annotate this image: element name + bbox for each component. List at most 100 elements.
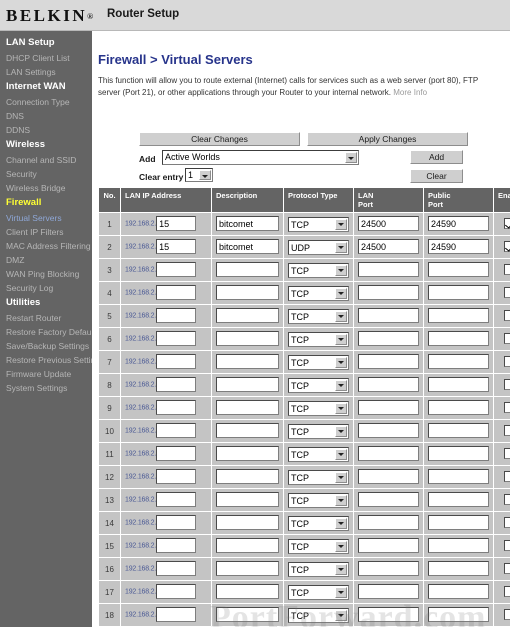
lan-port-input[interactable] [358,469,419,485]
sidebar-item-restore-factory-default[interactable]: Restore Factory Default [0,325,96,339]
public-port-input[interactable] [428,331,489,347]
public-port-input[interactable] [428,308,489,324]
description-input[interactable] [216,262,279,278]
enable-checkbox[interactable] [503,563,510,575]
sidebar-heading-utilities[interactable]: Utilities [0,295,92,311]
lan-ip-input[interactable] [156,561,197,577]
lan-port-input[interactable] [358,423,419,439]
public-port-input[interactable] [428,446,489,462]
enable-checkbox[interactable] [503,310,510,322]
enable-checkbox[interactable] [503,586,510,598]
description-input[interactable] [216,308,279,324]
protocol-select[interactable]: TCP [288,285,349,301]
sidebar-item-save-backup-settings[interactable]: Save/Backup Settings [0,339,92,353]
sidebar-item-ddns[interactable]: DDNS [0,123,92,137]
chevron-down-icon[interactable] [335,448,347,460]
add-service-select[interactable]: Active Worlds [162,150,359,165]
sidebar-item-system-settings[interactable]: System Settings [0,381,92,395]
chevron-down-icon[interactable] [335,517,347,529]
more-info-link[interactable]: More Info [393,88,427,97]
chevron-down-icon[interactable] [345,152,357,163]
protocol-select[interactable]: TCP [288,377,349,393]
chevron-down-icon[interactable] [335,471,347,483]
lan-port-input[interactable] [358,515,419,531]
sidebar-item-dns[interactable]: DNS [0,109,92,123]
public-port-input[interactable] [428,400,489,416]
description-input[interactable] [216,492,279,508]
chevron-down-icon[interactable] [335,379,347,391]
sidebar-heading-firewall[interactable]: Firewall [0,195,92,211]
enable-checkbox[interactable] [503,218,510,230]
protocol-select[interactable]: TCP [288,262,349,278]
lan-ip-input[interactable] [156,469,197,485]
description-input[interactable] [216,469,279,485]
enable-checkbox[interactable] [503,425,510,437]
lan-port-input[interactable] [358,561,419,577]
chevron-down-icon[interactable] [335,241,347,253]
lan-ip-input[interactable] [156,331,197,347]
protocol-select[interactable]: TCP [288,492,349,508]
sidebar-item-security-log[interactable]: Security Log [0,281,92,295]
public-port-input[interactable] [428,469,489,485]
lan-ip-input[interactable] [156,607,197,623]
lan-ip-input[interactable] [156,446,197,462]
lan-ip-input[interactable] [156,515,197,531]
protocol-select[interactable]: TCP [288,538,349,554]
lan-port-input[interactable] [358,331,419,347]
lan-port-input[interactable] [358,377,419,393]
lan-ip-input[interactable] [156,584,197,600]
enable-checkbox[interactable] [503,333,510,345]
chevron-down-icon[interactable] [335,609,347,621]
chevron-down-icon[interactable] [335,356,347,368]
chevron-down-icon[interactable] [335,540,347,552]
enable-checkbox[interactable] [503,448,510,460]
public-port-input[interactable] [428,354,489,370]
description-input[interactable] [216,538,279,554]
protocol-select[interactable]: TCP [288,584,349,600]
chevron-down-icon[interactable] [335,563,347,575]
protocol-select[interactable]: TCP [288,515,349,531]
sidebar-item-connection-type[interactable]: Connection Type [0,95,92,109]
chevron-down-icon[interactable] [335,287,347,299]
sidebar-item-wan-ping-blocking[interactable]: WAN Ping Blocking [0,267,92,281]
sidebar-heading-lan-setup[interactable]: LAN Setup [0,35,92,51]
public-port-input[interactable] [428,584,489,600]
lan-port-input[interactable] [358,492,419,508]
sidebar-item-security[interactable]: Security [0,167,92,181]
description-input[interactable] [216,354,279,370]
protocol-select[interactable]: UDP [288,239,349,255]
protocol-select[interactable]: TCP [288,423,349,439]
lan-port-input[interactable] [358,538,419,554]
protocol-select[interactable]: TCP [288,561,349,577]
description-input[interactable] [216,446,279,462]
clear-entry-button[interactable]: Clear [410,169,463,183]
enable-checkbox[interactable] [503,264,510,276]
public-port-input[interactable] [428,423,489,439]
chevron-down-icon[interactable] [199,170,211,180]
lan-port-input[interactable] [358,239,419,255]
chevron-down-icon[interactable] [335,425,347,437]
sidebar-item-channel-and-ssid[interactable]: Channel and SSID [0,153,92,167]
description-input[interactable] [216,216,279,232]
public-port-input[interactable] [428,538,489,554]
description-input[interactable] [216,584,279,600]
description-input[interactable] [216,377,279,393]
chevron-down-icon[interactable] [335,310,347,322]
enable-checkbox[interactable] [503,471,510,483]
lan-ip-input[interactable] [156,285,197,301]
public-port-input[interactable] [428,607,489,623]
sidebar-item-restart-router[interactable]: Restart Router [0,311,92,325]
description-input[interactable] [216,285,279,301]
lan-port-input[interactable] [358,354,419,370]
public-port-input[interactable] [428,239,489,255]
description-input[interactable] [216,239,279,255]
enable-checkbox[interactable] [503,540,510,552]
lan-port-input[interactable] [358,216,419,232]
description-input[interactable] [216,331,279,347]
chevron-down-icon[interactable] [335,586,347,598]
protocol-select[interactable]: TCP [288,469,349,485]
lan-port-input[interactable] [358,400,419,416]
enable-checkbox[interactable] [503,402,510,414]
lan-ip-input[interactable] [156,423,197,439]
protocol-select[interactable]: TCP [288,354,349,370]
